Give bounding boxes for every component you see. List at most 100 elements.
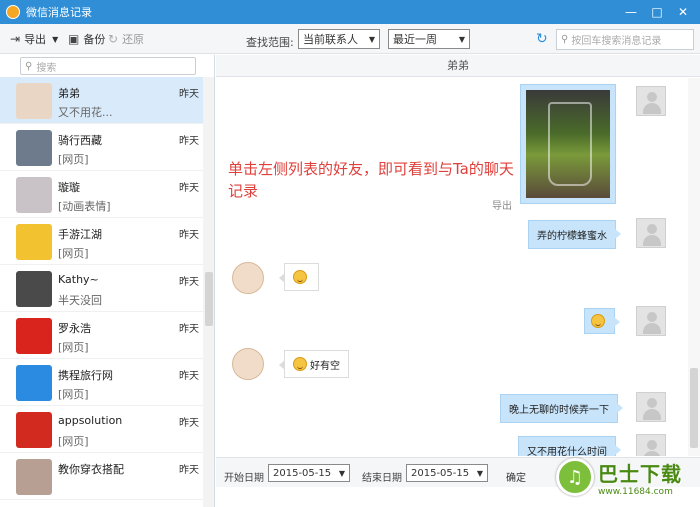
close-icon[interactable]: ✕ <box>672 0 694 24</box>
contact-search-placeholder: 搜索 <box>36 62 57 74</box>
contact-time: 昨天 <box>179 277 199 288</box>
minimize-icon[interactable]: — <box>620 0 642 24</box>
toolbar: ⇥ 导出 ▼ ▣ 备份 ↻ 还原 查找范围: 当前联系人 ▼ 最近一周 ▼ ↻ … <box>0 24 700 54</box>
contact-avatar <box>16 318 52 354</box>
contact-item[interactable]: 弟弟 昨天 又不用花... <box>0 77 203 124</box>
message-search-placeholder: 按回车搜索消息记录 <box>571 36 662 47</box>
watermark-title: 巴士下载 <box>598 461 682 486</box>
chat-scrollbar[interactable] <box>688 78 700 456</box>
chevron-down-icon: ▼ <box>338 468 345 478</box>
contact-name: 罗永浩 <box>58 322 91 335</box>
export-icon: ⇥ <box>10 32 21 46</box>
contact-search-input[interactable]: ⚲ 搜索 <box>20 57 196 75</box>
contact-name: 骑行西藏 <box>58 134 102 147</box>
title-bar: 微信消息记录 — □ ✕ <box>0 0 700 24</box>
start-date-value: 2015-05-15 <box>273 467 332 479</box>
scrollbar-thumb[interactable] <box>690 368 698 448</box>
contact-name: 璇璇 <box>58 181 80 194</box>
backup-icon: ▣ <box>68 32 80 46</box>
contact-item[interactable]: 教你穿衣搭配 昨天 <box>0 453 203 500</box>
chat-header: 弟弟 <box>216 55 700 77</box>
chevron-down-icon: ▼ <box>476 468 483 478</box>
contact-preview: [网页] <box>58 153 89 166</box>
contact-item[interactable]: Kathy~ 昨天 半天没回 <box>0 265 203 312</box>
contact-avatar <box>16 365 52 401</box>
friend-avatar <box>232 262 264 294</box>
end-date-label: 结束日期 <box>362 473 402 484</box>
contact-time: 昨天 <box>179 418 199 429</box>
scrollbar-thumb[interactable] <box>205 272 213 326</box>
site-watermark: ♫ 巴士下载 www.11684.com <box>556 452 696 502</box>
start-date-label: 开始日期 <box>224 473 264 484</box>
period-value: 最近一周 <box>393 33 437 46</box>
message-bubble: 弄的柠檬蜂蜜水 <box>528 220 621 249</box>
backup-button[interactable]: ▣ 备份 <box>68 31 105 47</box>
restore-icon: ↻ <box>108 32 119 46</box>
contact-name: 教你穿衣搭配 <box>58 463 124 476</box>
emoji-message <box>584 308 620 334</box>
contact-preview: [网页] <box>58 435 89 448</box>
message-text: 好有空 <box>310 360 340 372</box>
chevron-down-icon: ▼ <box>368 34 375 44</box>
contact-preview: [网页] <box>58 341 89 354</box>
app-logo-icon <box>6 5 20 19</box>
contact-time: 昨天 <box>179 230 199 241</box>
contact-time: 昨天 <box>179 324 199 335</box>
chat-area: 导出 单击左侧列表的好友，即可看到与Ta的聊天记录 弄的柠檬蜂蜜水 好有空 晚上… <box>216 78 700 456</box>
my-avatar <box>636 218 666 248</box>
contact-item[interactable]: 手游江湖 昨天 [网页] <box>0 218 203 265</box>
contact-avatar <box>16 224 52 260</box>
friend-avatar <box>232 348 264 380</box>
refresh-icon[interactable]: ↻ <box>536 31 548 47</box>
contact-preview: [动画表情] <box>58 200 111 213</box>
contact-name: 携程旅行网 <box>58 369 113 382</box>
contact-item[interactable]: 璇璇 昨天 [动画表情] <box>0 171 203 218</box>
lemon-water-photo <box>526 90 610 198</box>
window-title: 微信消息记录 <box>26 6 92 19</box>
period-select[interactable]: 最近一周 ▼ <box>388 29 470 49</box>
end-date-value: 2015-05-15 <box>411 467 470 479</box>
restore-button[interactable]: ↻ 还原 <box>108 31 144 47</box>
export-label: 导出 <box>24 33 47 46</box>
start-date-picker[interactable]: 2015-05-15 ▼ <box>268 464 350 482</box>
contact-name: appsolution <box>58 414 123 427</box>
shy-emoji-icon <box>293 357 307 371</box>
export-button[interactable]: ⇥ 导出 ▼ <box>10 31 58 47</box>
contact-avatar <box>16 177 52 213</box>
message-search-input[interactable]: ⚲ 按回车搜索消息记录 <box>556 29 694 50</box>
chevron-down-icon[interactable]: ▼ <box>52 35 58 44</box>
contact-avatar <box>16 412 52 448</box>
image-message[interactable] <box>520 84 616 204</box>
contact-avatar <box>16 459 52 495</box>
confirm-button[interactable]: 确定 <box>506 469 526 484</box>
backup-label: 备份 <box>83 33 106 46</box>
contact-item[interactable]: 罗永浩 昨天 [网页] <box>0 312 203 359</box>
grin-emoji-icon <box>591 314 605 328</box>
contact-item[interactable]: appsolution 昨天 [网页] <box>0 406 203 453</box>
contact-time: 昨天 <box>179 136 199 147</box>
contact-list: 弟弟 昨天 又不用花... 骑行西藏 昨天 [网页] 璇璇 昨天 [动画表情] 手游江湖 昨天 [网页… <box>0 77 203 500</box>
scope-select[interactable]: 当前联系人 ▼ <box>298 29 380 49</box>
emoji-message <box>279 263 319 291</box>
contact-scrollbar[interactable] <box>203 77 214 507</box>
scope-value: 当前联系人 <box>303 33 358 46</box>
contact-preview: [网页] <box>58 388 89 401</box>
contact-time: 昨天 <box>179 89 199 100</box>
contact-name: 手游江湖 <box>58 228 102 241</box>
usage-hint: 单击左侧列表的好友，即可看到与Ta的聊天记录 <box>228 160 514 200</box>
contact-preview: 半天没回 <box>58 294 102 307</box>
my-avatar <box>636 392 666 422</box>
message-bubble: 好有空 <box>279 350 349 378</box>
contact-item[interactable]: 骑行西藏 昨天 [网页] <box>0 124 203 171</box>
restore-label: 还原 <box>122 33 145 46</box>
contact-item[interactable]: 携程旅行网 昨天 [网页] <box>0 359 203 406</box>
contact-avatar <box>16 130 52 166</box>
message-bubble: 晚上无聊的时候弄一下 <box>500 394 623 423</box>
contact-avatar <box>16 83 52 119</box>
maximize-icon[interactable]: □ <box>646 0 668 24</box>
contact-preview: [网页] <box>58 247 89 260</box>
contact-name: 弟弟 <box>58 87 80 100</box>
my-avatar <box>636 86 666 116</box>
end-date-picker[interactable]: 2015-05-15 ▼ <box>406 464 488 482</box>
smile-emoji-icon <box>293 270 307 284</box>
